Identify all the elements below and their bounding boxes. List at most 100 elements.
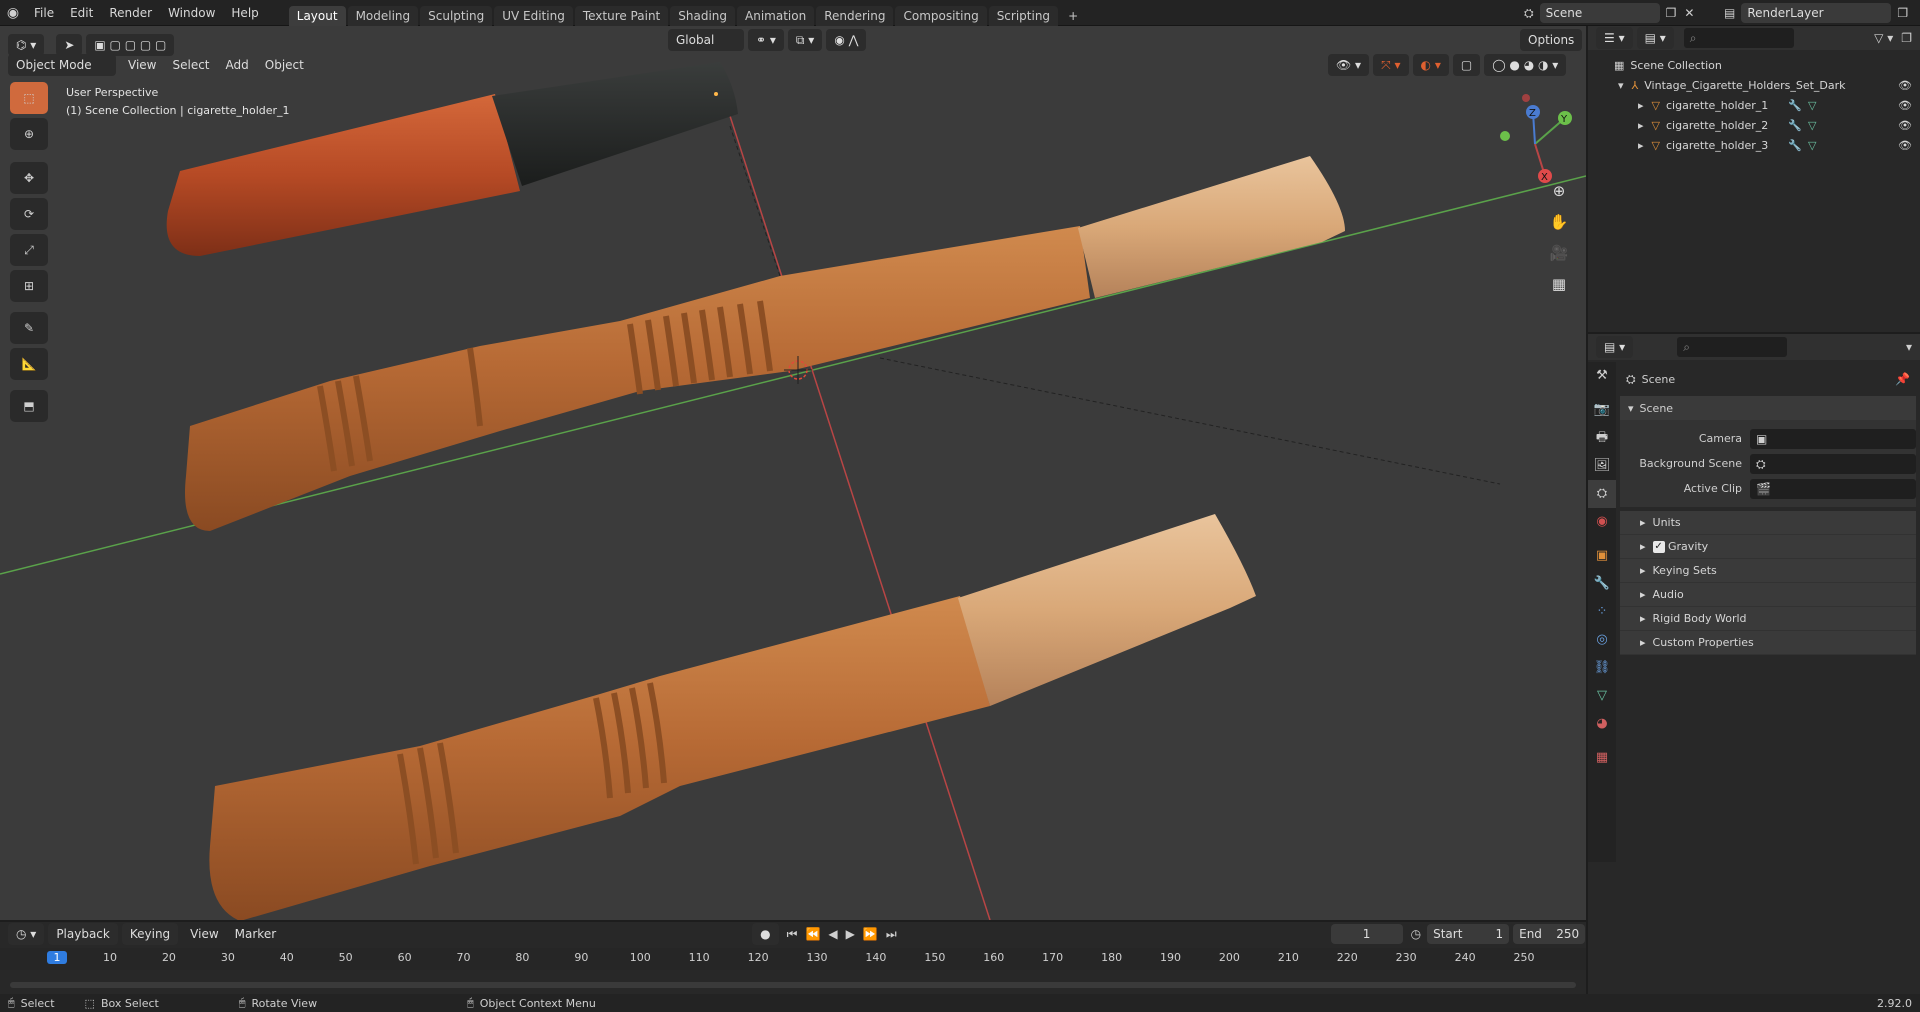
- custom-properties-panel[interactable]: ▸ Custom Properties: [1620, 631, 1916, 655]
- tab-texture-paint[interactable]: Texture Paint: [574, 5, 669, 26]
- new-collection-icon[interactable]: ❐: [1901, 31, 1912, 45]
- output-tab-icon[interactable]: 🖶: [1588, 424, 1616, 452]
- cursor-tool-icon[interactable]: ⊕: [10, 118, 48, 150]
- add-cube-tool-icon[interactable]: ⬒: [10, 390, 48, 422]
- blender-logo-icon[interactable]: ◉: [0, 5, 26, 21]
- object-tab-icon[interactable]: ▣: [1588, 542, 1616, 570]
- mesh-data-icon[interactable]: ▽: [1808, 116, 1816, 136]
- menu-object[interactable]: Object: [257, 58, 312, 72]
- keying-sets-panel[interactable]: ▸ Keying Sets: [1620, 559, 1916, 583]
- new-layer-icon[interactable]: ❐: [1897, 6, 1908, 20]
- tab-layout[interactable]: Layout: [288, 5, 346, 26]
- playhead[interactable]: 1: [47, 951, 67, 964]
- navigation-gizmo[interactable]: Y X Z: [1500, 94, 1572, 183]
- current-frame-field[interactable]: 1: [1330, 924, 1403, 944]
- particles-tab-icon[interactable]: ⁘: [1588, 598, 1616, 626]
- properties-editor-icon[interactable]: ▤ ▾: [1596, 336, 1634, 358]
- play-icon[interactable]: ▶: [846, 927, 855, 941]
- menu-add[interactable]: Add: [218, 58, 257, 72]
- xray-icon[interactable]: ▢: [1452, 54, 1481, 76]
- gravity-panel[interactable]: ▸ ✓ Gravity: [1620, 535, 1916, 559]
- pin-icon[interactable]: 📌: [1895, 372, 1910, 386]
- visibility-icon[interactable]: 👁 ▾: [1328, 54, 1370, 76]
- outliner-search-input[interactable]: ⌕: [1683, 28, 1794, 48]
- filter-icon[interactable]: ▽ ▾: [1874, 31, 1893, 45]
- tab-compositing[interactable]: Compositing: [895, 5, 987, 26]
- menu-render[interactable]: Render: [101, 0, 160, 26]
- menu-help[interactable]: Help: [223, 0, 266, 26]
- annotate-tool-icon[interactable]: ✎: [10, 312, 48, 344]
- snap-icon[interactable]: ⧉ ▾: [787, 29, 823, 51]
- modifier-icon[interactable]: 🔧: [1788, 136, 1802, 156]
- renderlayer-field[interactable]: RenderLayer: [1741, 3, 1892, 23]
- eye-icon[interactable]: 👁: [1898, 76, 1912, 96]
- proportional-edit-icon[interactable]: ◉ ⋀: [826, 29, 867, 51]
- measure-tool-icon[interactable]: 📐: [10, 348, 48, 380]
- gizmo-toggle-icon[interactable]: ⤧ ▾: [1373, 54, 1409, 76]
- expand-icon[interactable]: ▸: [1638, 96, 1644, 116]
- next-key-icon[interactable]: ⏩: [863, 927, 878, 941]
- menu-view[interactable]: View: [120, 58, 164, 72]
- units-panel[interactable]: ▸ Units: [1620, 511, 1916, 535]
- preview-range-icon[interactable]: ◷: [1411, 927, 1421, 941]
- tab-modeling[interactable]: Modeling: [347, 5, 419, 26]
- rigid-body-world-panel[interactable]: ▸ Rigid Body World: [1620, 607, 1916, 631]
- camera-view-icon[interactable]: 🎥: [1546, 238, 1572, 269]
- expand-icon[interactable]: ▸: [1638, 116, 1644, 136]
- play-reverse-icon[interactable]: ◀: [828, 927, 837, 941]
- camera-field[interactable]: ▣: [1750, 428, 1916, 449]
- mesh-data-icon[interactable]: ▽: [1808, 96, 1816, 116]
- scene-field[interactable]: Scene: [1539, 3, 1660, 23]
- playback-dropdown[interactable]: Playback: [48, 923, 118, 945]
- new-scene-icon[interactable]: ❐: [1666, 6, 1677, 20]
- data-tab-icon[interactable]: ▽: [1588, 682, 1616, 710]
- menu-file[interactable]: File: [26, 0, 62, 26]
- audio-panel[interactable]: ▸ Audio: [1620, 583, 1916, 607]
- eye-icon[interactable]: 👁: [1898, 116, 1912, 136]
- timeline-marker-menu[interactable]: Marker: [227, 927, 284, 941]
- render-tab-icon[interactable]: 📷: [1588, 396, 1616, 424]
- modifier-icon[interactable]: 🔧: [1788, 116, 1802, 136]
- timeline-view-menu[interactable]: View: [182, 927, 226, 941]
- pan-hand-icon[interactable]: ✋: [1546, 207, 1572, 238]
- shading-mode-icons[interactable]: ◯ ● ◕ ◑ ▾: [1484, 54, 1567, 76]
- scene-section-header[interactable]: ▾ Scene: [1620, 396, 1916, 420]
- object-mode-dropdown[interactable]: Object Mode: [8, 54, 116, 76]
- outliner-row-holder-3[interactable]: ▸ ▽ cigarette_holder_3 🔧 ▽ 👁: [1614, 136, 1920, 156]
- orientation-dropdown[interactable]: Global: [668, 29, 744, 51]
- overlay-toggle-icon[interactable]: ◐ ▾: [1412, 54, 1449, 76]
- move-tool-icon[interactable]: ✥: [10, 162, 48, 194]
- gravity-checkbox[interactable]: ✓: [1652, 541, 1665, 553]
- select-box-tool-icon[interactable]: ⬚: [10, 82, 48, 114]
- world-tab-icon[interactable]: ◉: [1588, 508, 1616, 536]
- scene-tab-icon[interactable]: ⛭: [1588, 480, 1616, 508]
- expand-icon[interactable]: ▸: [1638, 136, 1644, 156]
- scene-icon[interactable]: ⛭: [1524, 6, 1534, 21]
- ortho-grid-icon[interactable]: ▦: [1546, 269, 1572, 300]
- menu-edit[interactable]: Edit: [62, 0, 101, 26]
- add-workspace-icon[interactable]: +: [1060, 6, 1086, 26]
- constraints-tab-icon[interactable]: ⛓: [1588, 654, 1616, 682]
- rotate-tool-icon[interactable]: ⟳: [10, 198, 48, 230]
- viewport-scene[interactable]: Y X Z: [0, 26, 1586, 920]
- tab-uv-editing[interactable]: UV Editing: [494, 5, 573, 26]
- start-frame-field[interactable]: Start 1: [1427, 924, 1510, 944]
- eye-icon[interactable]: 👁: [1898, 136, 1912, 156]
- tab-rendering[interactable]: Rendering: [816, 5, 894, 26]
- record-icon[interactable]: ●: [752, 923, 779, 945]
- view-layer-tab-icon[interactable]: 🖼: [1588, 452, 1616, 480]
- display-mode-icon[interactable]: ▤ ▾: [1636, 27, 1674, 49]
- tab-shading[interactable]: Shading: [670, 5, 735, 26]
- jump-end-icon[interactable]: ⏭: [886, 927, 897, 942]
- timeline-scrollbar[interactable]: [10, 982, 1576, 988]
- modifier-icon[interactable]: 🔧: [1788, 96, 1802, 116]
- timeline-ruler[interactable]: 1 10 20 30 40 50 60 70 80 90 100 110 120 130 140 150 160…: [0, 948, 1586, 970]
- outliner-row-holder-2[interactable]: ▸ ▽ cigarette_holder_2 🔧 ▽ 👁: [1614, 116, 1920, 136]
- keying-dropdown[interactable]: Keying: [121, 923, 179, 945]
- cigarette-holder-3[interactable]: [209, 514, 1256, 920]
- outliner-row-holder-1[interactable]: ▸ ▽ cigarette_holder_1 🔧 ▽ 👁: [1614, 96, 1920, 116]
- tool-tab-icon[interactable]: ⚒: [1588, 362, 1616, 390]
- eye-icon[interactable]: 👁: [1898, 96, 1912, 116]
- 3d-viewport[interactable]: Y X Z ⌬ ▾ ➤ ▣ ▢ ▢ ▢ ▢ Object Mode View S…: [0, 26, 1586, 920]
- pivot-icon[interactable]: ⚭ ▾: [748, 29, 784, 51]
